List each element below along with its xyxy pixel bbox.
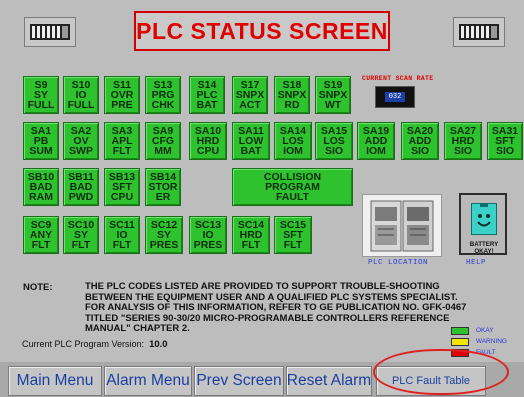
okay-swatch (451, 326, 469, 335)
status-tile-sc15: SC15 SFT FLT (274, 216, 312, 254)
scan-rate-display: 032 (375, 86, 415, 108)
page-title: PLC STATUS SCREEN (134, 11, 390, 51)
status-tile-sa19: SA19 ADD IOM (357, 122, 395, 160)
status-tile-s13: S13 PRG CHK (145, 76, 181, 114)
status-tile-s9: S9 SY FULL (23, 76, 59, 114)
status-tile-s10: S10 IO FULL (63, 76, 99, 114)
fault-swatch (451, 348, 469, 357)
status-tile-s11: S11 OVR PRE (104, 76, 140, 114)
status-tile-sa15: SA15 LOS SIO (315, 122, 353, 160)
note-text: THE PLC CODES LISTED ARE PROVIDED TO SUP… (85, 281, 467, 335)
prev-screen-button[interactable]: Prev Screen (194, 366, 284, 396)
status-tile-sa27: SA27 HRD SIO (444, 122, 482, 160)
legend-fault: FAULT (451, 347, 507, 358)
plc-location-label[interactable]: PLC LOCATION (368, 259, 428, 267)
warning-swatch (451, 337, 469, 346)
scan-rate-label: CURRENT SCAN RATE (362, 75, 434, 82)
status-tile-sc14: SC14 HRD FLT (232, 216, 270, 254)
legend-okay: OKAY (451, 325, 507, 336)
help-button[interactable]: BATTERY OKAY! (459, 193, 507, 255)
status-tile-sc11: SC11 IO FLT (104, 216, 140, 254)
alarm-menu-button[interactable]: Alarm Menu (104, 366, 192, 396)
legend-warning: WARNING (451, 336, 507, 347)
status-tile-s14: S14 PLC BAT (189, 76, 225, 114)
status-tile-sc13: SC13 IO PRES (189, 216, 227, 254)
main-menu-button[interactable]: Main Menu (8, 366, 102, 396)
plc-fault-table-button[interactable]: PLC Fault Table (376, 366, 486, 396)
status-tile-s17: S17 SNPX ACT (232, 76, 268, 114)
status-tile-sa3: SA3 APL FLT (104, 122, 140, 160)
status-tile-sa11: SA11 LOW BAT (232, 122, 270, 160)
program-version-label: Current PLC Program Version: (22, 339, 145, 349)
battery-smiley-icon (471, 203, 497, 235)
status-tile-sc9: SC9 ANY FLT (23, 216, 59, 254)
status-tile-sa14: SA14 LOS IOM (274, 122, 312, 160)
plc-module-icon-right (453, 17, 505, 47)
status-tile-sb10: SB10 BAD RAM (23, 168, 59, 206)
status-legend: OKAY WARNING FAULT (451, 325, 507, 358)
help-label[interactable]: HELP (466, 259, 486, 267)
status-tile-sb13: SB13 SFT CPU (104, 168, 140, 206)
status-tile-sa9: SA9 CFG MM (145, 122, 181, 160)
reset-alarm-button[interactable]: Reset Alarm (286, 366, 372, 396)
program-version: Current PLC Program Version: 10.0 (22, 339, 168, 350)
status-tile-sb14: SB14 STOR ER (145, 168, 181, 206)
status-tile-s18: S18 SNPX RD (274, 76, 310, 114)
program-version-value: 10.0 (149, 339, 168, 350)
status-tile-s19: S19 SNPX WT (315, 76, 351, 114)
status-tile-sa20: SA20 ADD SIO (401, 122, 439, 160)
status-tile-sb11: SB11 BAD PWD (63, 168, 99, 206)
battery-status-label: BATTERY OKAY! (469, 241, 499, 255)
scan-rate-value: 032 (384, 92, 406, 102)
status-tile-sc12: SC12 SY PRES (145, 216, 183, 254)
status-tile-sa2: SA2 OV SWP (63, 122, 99, 160)
status-tile-sa1: SA1 PB SUM (23, 122, 59, 160)
status-tile-collision: COLLISION PROGRAM FAULT (232, 168, 353, 206)
plc-module-icon-left (24, 17, 76, 47)
status-tile-sa31: SA31 SFT SIO (487, 122, 523, 160)
status-tile-sa10: SA10 HRD CPU (189, 122, 227, 160)
note-label: NOTE: (23, 282, 53, 293)
status-tile-sc10: SC10 SY FLT (63, 216, 99, 254)
plc-location-image[interactable] (362, 194, 442, 257)
